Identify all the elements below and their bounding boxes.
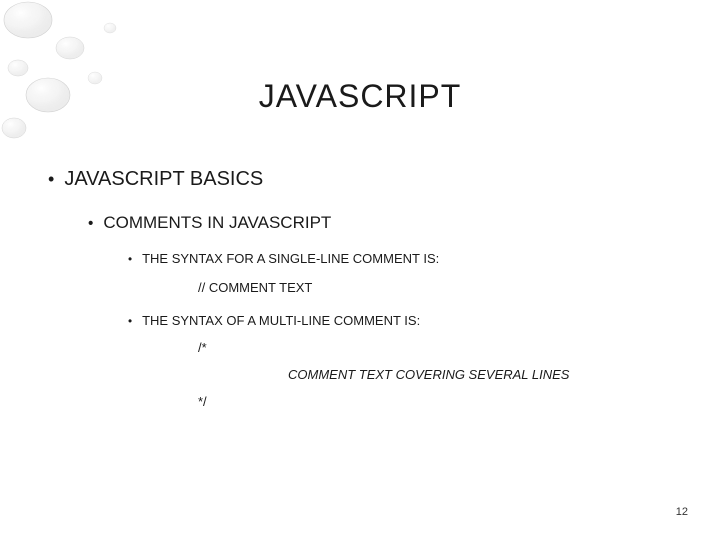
code-multi-line: /* COMMENT TEXT COVERING SEVERAL LINES *… — [198, 336, 672, 414]
code-multi-open: /* — [198, 336, 672, 361]
bullet-text-l3: THE SYNTAX OF A MULTI-LINE COMMENT IS: — [142, 313, 420, 328]
list-item: • JAVASCRIPT BASICS • COMMENTS IN JAVASC… — [48, 168, 672, 414]
list-item: • THE SYNTAX OF A MULTI-LINE COMMENT IS:… — [128, 313, 672, 414]
bullet-text-l3: THE SYNTAX FOR A SINGLE-LINE COMMENT IS: — [142, 251, 439, 266]
bullet-icon: • — [48, 170, 54, 188]
code-single-line: // COMMENT TEXT — [198, 276, 672, 299]
bullet-icon: • — [128, 254, 132, 266]
bullet-text-l2: COMMENTS IN JAVASCRIPT — [103, 213, 331, 233]
slide-content: • JAVASCRIPT BASICS • COMMENTS IN JAVASC… — [48, 168, 672, 432]
bullet-text-l1: JAVASCRIPT BASICS — [64, 168, 263, 191]
list-item: • THE SYNTAX FOR A SINGLE-LINE COMMENT I… — [128, 251, 672, 299]
bullet-icon: • — [88, 216, 93, 231]
slide-title: JAVASCRIPT — [0, 78, 720, 115]
code-multi-body: COMMENT TEXT COVERING SEVERAL LINES — [288, 361, 672, 390]
page-number: 12 — [676, 506, 688, 518]
bullet-icon: • — [128, 316, 132, 328]
list-item: • COMMENTS IN JAVASCRIPT • THE SYNTAX FO… — [88, 213, 672, 414]
code-multi-close: */ — [198, 390, 672, 415]
